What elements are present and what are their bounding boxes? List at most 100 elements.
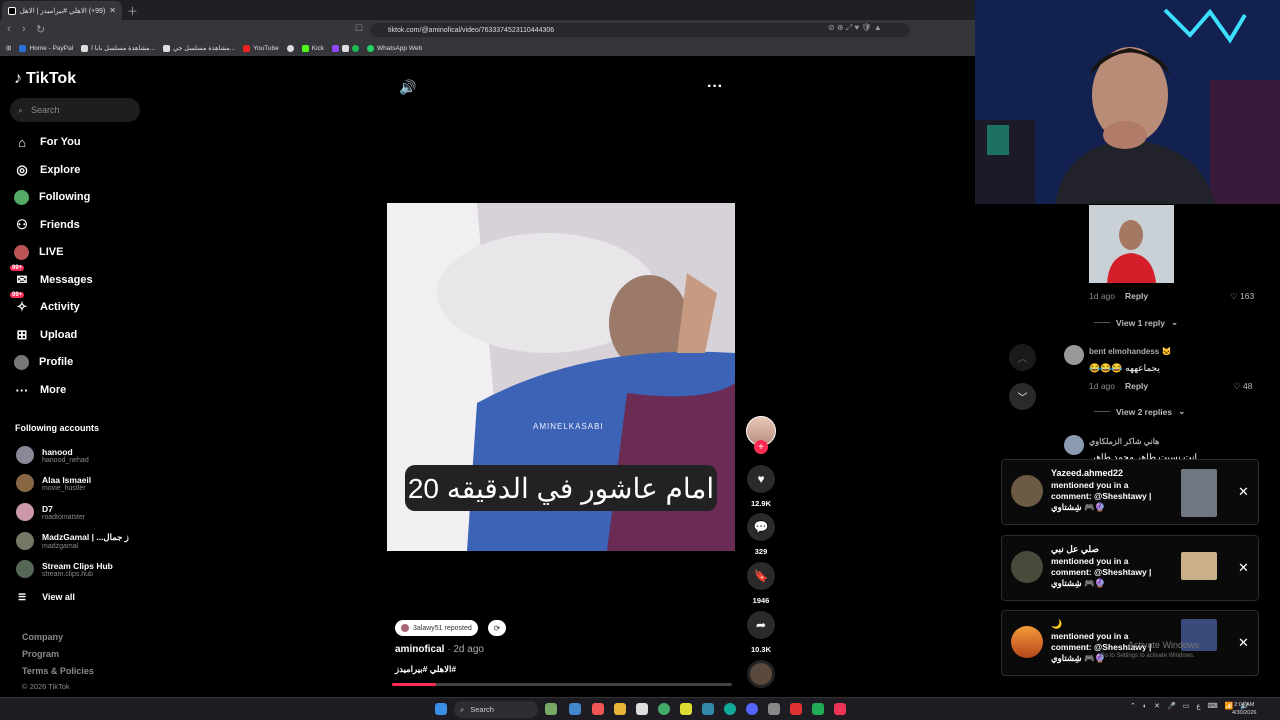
share-icon: ➦ [747,611,775,639]
taskbar-app-icon[interactable] [812,703,824,715]
taskbar-app-icon[interactable] [569,703,581,715]
avatar [16,446,34,464]
close-tab-icon[interactable]: ✕ [109,6,116,15]
comment-button[interactable]: 💬 329 [746,513,776,556]
previous-video-button[interactable]: ︿ [1009,344,1036,371]
video-hashtags[interactable]: #الاهلي #بيراميدز [395,664,456,675]
reply-button[interactable]: Reply [1125,291,1148,301]
nav-messages[interactable]: ✉ 99+ Messages [10,265,144,291]
repost-badge[interactable]: 3alawy51 reposted [395,620,478,636]
reply-button[interactable]: Reply [1125,381,1148,391]
new-tab-icon[interactable]: ＋ [127,3,138,19]
comment-author[interactable]: bent elmohandess 🐱 [1089,347,1171,356]
nav-more[interactable]: ··· More [14,379,144,401]
bookmark-icons[interactable] [332,44,360,52]
footer-company[interactable]: Company [22,632,63,642]
share-button[interactable]: ➦ 10.3K [746,611,776,654]
taskbar-app-icon[interactable] [768,703,780,715]
more-icon: ··· [15,382,29,398]
avatar[interactable] [1064,345,1084,365]
view-replies-button[interactable]: View 1 reply ⌄ [1094,317,1178,328]
repost-icon[interactable]: ⟳ [488,620,506,636]
taskbar-app-icon[interactable] [636,703,648,715]
account-item[interactable]: Alaa Ismaeil movie_hustler [16,471,146,495]
comment-like-button[interactable]: ♡ 48 [1233,381,1252,392]
volume-icon[interactable]: 🔊 [399,79,416,96]
video-progress-fill [392,683,437,686]
bookmark-kick[interactable]: Kick [301,44,324,52]
nav-explore[interactable]: ◎ Explore [14,159,144,181]
chevron-up-icon: ︿ [1017,354,1028,365]
bookmark-icon[interactable]: ☐ [355,23,363,34]
bookmarks-bar: ⊞ Home - PayPal مشاهدة مسلسل بابا ا... م… [0,40,975,56]
comment-image[interactable] [1089,205,1174,283]
bookmark-whatsapp[interactable]: WhatsApp Web [367,44,422,52]
taskbar-app-icon[interactable] [658,703,670,715]
avatar[interactable] [1064,435,1084,455]
footer-terms[interactable]: Terms & Policies [22,666,94,676]
windows-start-icon[interactable] [435,703,447,715]
taskbar-app-icon[interactable] [592,703,604,715]
comment-like-button[interactable]: ♡ 163 [1230,291,1254,302]
next-video-button[interactable]: ﹀ [1009,383,1036,410]
tiktok-logo[interactable]: ♪ TikTok [14,70,76,88]
save-button[interactable]: 🔖 1946 [746,562,776,605]
tiktok-note-icon: ♪ [14,70,22,87]
bookmark-misc[interactable] [286,44,294,52]
bookmark-series-2[interactable]: مشاهدة مسلسل جي... [163,44,235,52]
following-accounts-title: Following accounts [15,423,100,433]
account-item[interactable]: MadzGamal | ...ز جمال madzgamal [16,529,146,553]
follow-plus-icon[interactable]: + [754,440,768,454]
windows-taskbar: ⌕ Search ⌃ ◐ ✕ 🎤 ▭ ع ⌨ 📶 🔊 2:04 AM 4/30/2026 [0,697,1280,720]
nav-following[interactable]: Following [14,186,144,208]
comment-author[interactable]: هاني شاكر الزملكاوي [1089,437,1159,446]
taskbar-app-icon[interactable] [724,703,736,715]
taskbar-app-icon[interactable] [790,703,802,715]
bookmark-youtube[interactable]: YouTube [243,44,279,52]
reload-icon[interactable]: ↻ [36,23,45,36]
apps-icon[interactable]: ⊞ [6,44,11,52]
taskbar-app-icon[interactable] [545,703,557,715]
back-icon[interactable]: ‹ [7,23,11,35]
live-icon [14,244,29,260]
taskbar-app-icon[interactable] [614,703,626,715]
bookmark-series-1[interactable]: مشاهدة مسلسل بابا ا... [81,44,155,52]
footer-program[interactable]: Program [22,649,59,659]
taskbar-clock[interactable]: 2:04 AM 4/30/2026 [1232,701,1256,717]
bookmark-paypal[interactable]: Home - PayPal [19,44,73,52]
taskbar-app-icon[interactable] [680,703,692,715]
avatar [16,560,34,578]
browser-tab[interactable]: (99+) الاهلي #بيراميدز | الاهل... ✕ [2,1,122,20]
nav-live[interactable]: LIVE [14,241,144,263]
taskbar-search[interactable]: ⌕ Search [454,701,538,718]
taskbar-app-icon[interactable] [834,703,846,715]
more-options-icon[interactable]: ··· [707,78,723,96]
taskbar-app-icon[interactable] [702,703,714,715]
music-disc[interactable] [747,660,775,688]
video-player[interactable]: AMINELKASABI امام عاشور في الدقيقه 20 [387,203,735,551]
account-item[interactable]: D7 roadtomatster [16,500,146,524]
account-item[interactable]: hanood hanood_nehad [16,443,146,467]
account-item[interactable]: Stream Clips Hub stream.clips.hub [16,557,146,581]
forward-icon[interactable]: › [22,23,26,35]
tab-title: (99+) الاهلي #بيراميدز | الاهل... [20,7,106,15]
view-replies-button[interactable]: View 2 replies ⌄ [1094,406,1185,417]
video-author[interactable]: aminofical · 2d ago [395,644,484,655]
close-icon[interactable]: ✕ [1238,560,1249,576]
nav-profile[interactable]: Profile [14,351,144,373]
nav-for-you[interactable]: ⌂ For You [14,131,144,153]
avatar [16,532,34,550]
view-all-button[interactable]: ☰ View all [18,592,75,603]
close-icon[interactable]: ✕ [1238,635,1249,651]
mention-notification[interactable]: Yazeed.ahmed22 mentioned you in a commen… [1001,459,1259,525]
mention-notification[interactable]: صلي عل نبي mentioned you in a comment: @… [1001,535,1259,601]
like-button[interactable]: ♥ 12.9K [746,465,776,508]
extension-icons[interactable]: ⊘ ⊕ ⤢ ♥ 🛡 ▲ [828,23,882,33]
close-icon[interactable]: ✕ [1238,484,1249,500]
video-progress-bar[interactable] [392,683,732,686]
search-input[interactable]: ⌕ Search [10,98,140,122]
nav-upload[interactable]: ⊞ Upload [14,324,144,346]
nav-activity[interactable]: ✧ 99+ Activity [10,292,144,318]
nav-friends[interactable]: ⚇ Friends [14,214,144,236]
taskbar-app-icon[interactable] [746,703,758,715]
